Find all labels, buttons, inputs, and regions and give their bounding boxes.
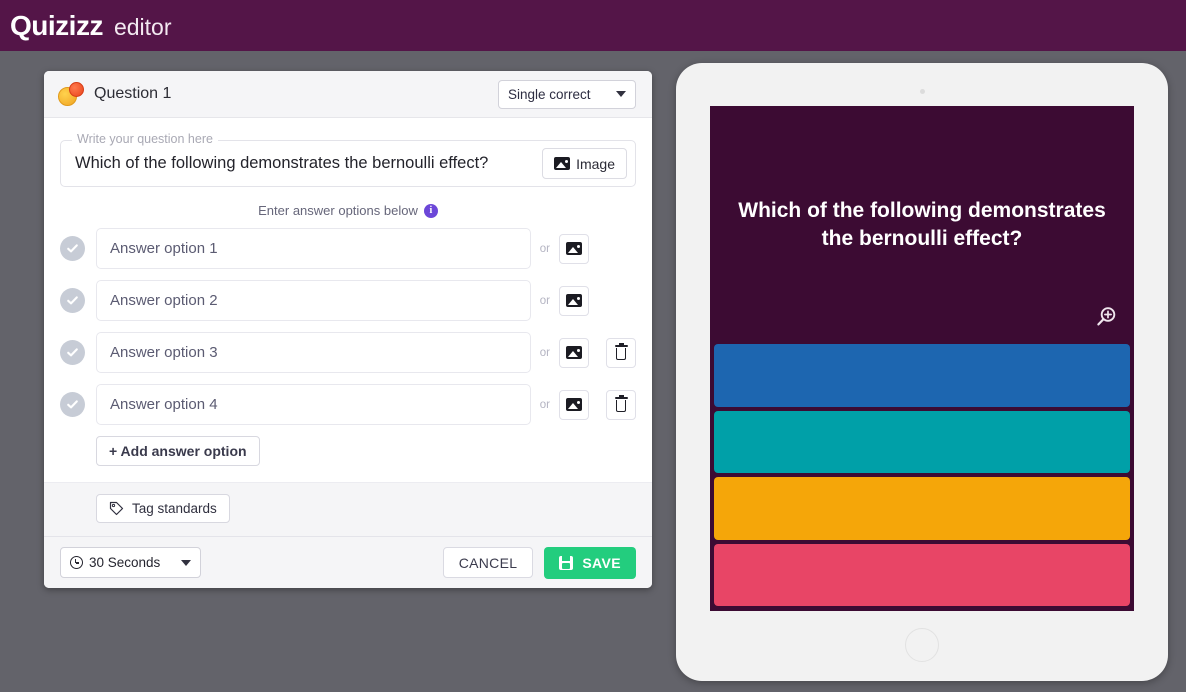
tablet-preview: Which of the following demonstrates the … — [676, 63, 1168, 681]
answer-input[interactable]: Answer option 3 — [96, 332, 531, 373]
camera-icon — [919, 89, 925, 94]
main-stage: Question 1 Single correct Write your que… — [0, 51, 1186, 692]
or-separator: or — [539, 398, 550, 411]
answer-row: Answer option 3 or — [60, 332, 636, 373]
question-number-label: Question 1 — [94, 85, 172, 102]
save-disk-icon — [559, 555, 574, 570]
answer-correct-toggle[interactable] — [60, 392, 85, 417]
save-button-label: SAVE — [582, 554, 621, 571]
logo-text: Quizizz — [10, 9, 103, 41]
brand-logo: Quizizz editor — [10, 9, 172, 41]
answer-correct-toggle[interactable] — [60, 236, 85, 261]
editor-card-body: Write your question here Which of the fo… — [44, 118, 652, 482]
quiz-bubble-icon — [58, 82, 84, 106]
timer-value: 30 Seconds — [89, 555, 161, 570]
timer-select[interactable]: 30 Seconds — [60, 547, 201, 578]
zoom-in-icon[interactable] — [1094, 305, 1118, 334]
answer-input[interactable]: Answer option 1 — [96, 228, 531, 269]
answer-row: Answer option 1 or — [60, 228, 636, 269]
answer-placeholder: Answer option 3 — [110, 344, 218, 361]
tag-standards-button[interactable]: Tag standards — [96, 494, 230, 523]
answer-image-button[interactable] — [559, 233, 589, 264]
logo-subtitle: editor — [113, 13, 172, 40]
preview-question-area: Which of the following demonstrates the … — [710, 106, 1134, 344]
preview-choices — [710, 344, 1134, 611]
or-separator: or — [539, 294, 550, 307]
image-icon — [566, 294, 582, 307]
answer-row: Answer option 4 or — [60, 384, 636, 425]
preview-question-text: Which of the following demonstrates the … — [738, 199, 1106, 250]
save-button[interactable]: SAVE — [544, 546, 636, 579]
chevron-down-icon — [616, 91, 626, 97]
answer-correct-toggle[interactable] — [60, 340, 85, 365]
tag-icon — [109, 501, 124, 516]
info-icon[interactable]: i — [423, 203, 438, 218]
cancel-button[interactable]: CANCEL — [442, 547, 534, 578]
preview-choice-1[interactable] — [714, 344, 1130, 407]
delete-slot — [606, 337, 636, 368]
question-text-field[interactable]: Write your question here Which of the fo… — [60, 132, 636, 187]
question-type-select[interactable]: Single correct — [498, 79, 636, 109]
preview-choice-2[interactable] — [714, 410, 1130, 473]
editor-card-footer: 30 Seconds CANCEL SAVE — [44, 536, 652, 588]
question-field-legend: Write your question here — [72, 132, 218, 146]
question-text-value: Which of the following demonstrates the … — [75, 154, 489, 172]
image-icon — [566, 242, 582, 255]
question-title-group: Question 1 — [58, 82, 171, 106]
answer-placeholder: Answer option 1 — [110, 240, 218, 257]
trash-icon — [614, 395, 628, 412]
or-separator: or — [539, 346, 550, 359]
or-separator: or — [539, 242, 550, 255]
tag-standards-strip: Tag standards — [44, 482, 652, 536]
answer-correct-toggle[interactable] — [60, 288, 85, 313]
preview-choice-3[interactable] — [714, 477, 1130, 540]
question-image-button[interactable]: Image — [542, 148, 627, 179]
answer-placeholder: Answer option 4 — [110, 396, 218, 413]
answer-image-button[interactable] — [559, 285, 589, 316]
answer-input[interactable]: Answer option 4 — [96, 384, 531, 425]
question-type-value: Single correct — [508, 86, 591, 102]
preview-screen: Which of the following demonstrates the … — [710, 106, 1134, 611]
answer-row: Answer option 2 or — [60, 280, 636, 321]
trash-icon — [614, 343, 628, 360]
delete-slot — [606, 389, 636, 420]
answer-hint-text: Enter answer options below — [258, 203, 418, 218]
app-header: Quizizz editor — [0, 0, 1186, 51]
preview-choice-4[interactable] — [714, 543, 1130, 606]
tablet-home-button[interactable] — [905, 628, 939, 662]
answer-image-button[interactable] — [559, 389, 589, 420]
answer-input[interactable]: Answer option 2 — [96, 280, 531, 321]
image-icon — [566, 398, 582, 411]
delete-answer-button[interactable] — [606, 389, 636, 420]
add-answer-option-button[interactable]: + Add answer option — [96, 436, 260, 466]
chevron-down-icon — [181, 559, 191, 566]
add-answer-row: + Add answer option — [96, 436, 636, 466]
answer-image-button[interactable] — [559, 337, 589, 368]
answer-placeholder: Answer option 2 — [110, 292, 218, 309]
tag-standards-label: Tag standards — [132, 501, 217, 516]
answer-hint-row: Enter answer options below i — [60, 203, 636, 218]
question-editor-card: Question 1 Single correct Write your que… — [44, 71, 652, 588]
delete-answer-button[interactable] — [606, 337, 636, 368]
footer-actions: CANCEL SAVE — [442, 546, 636, 579]
editor-card-header: Question 1 Single correct — [44, 71, 652, 118]
image-icon — [554, 157, 571, 170]
clock-icon — [70, 556, 83, 569]
image-icon — [566, 346, 582, 359]
question-image-button-label: Image — [576, 155, 615, 172]
